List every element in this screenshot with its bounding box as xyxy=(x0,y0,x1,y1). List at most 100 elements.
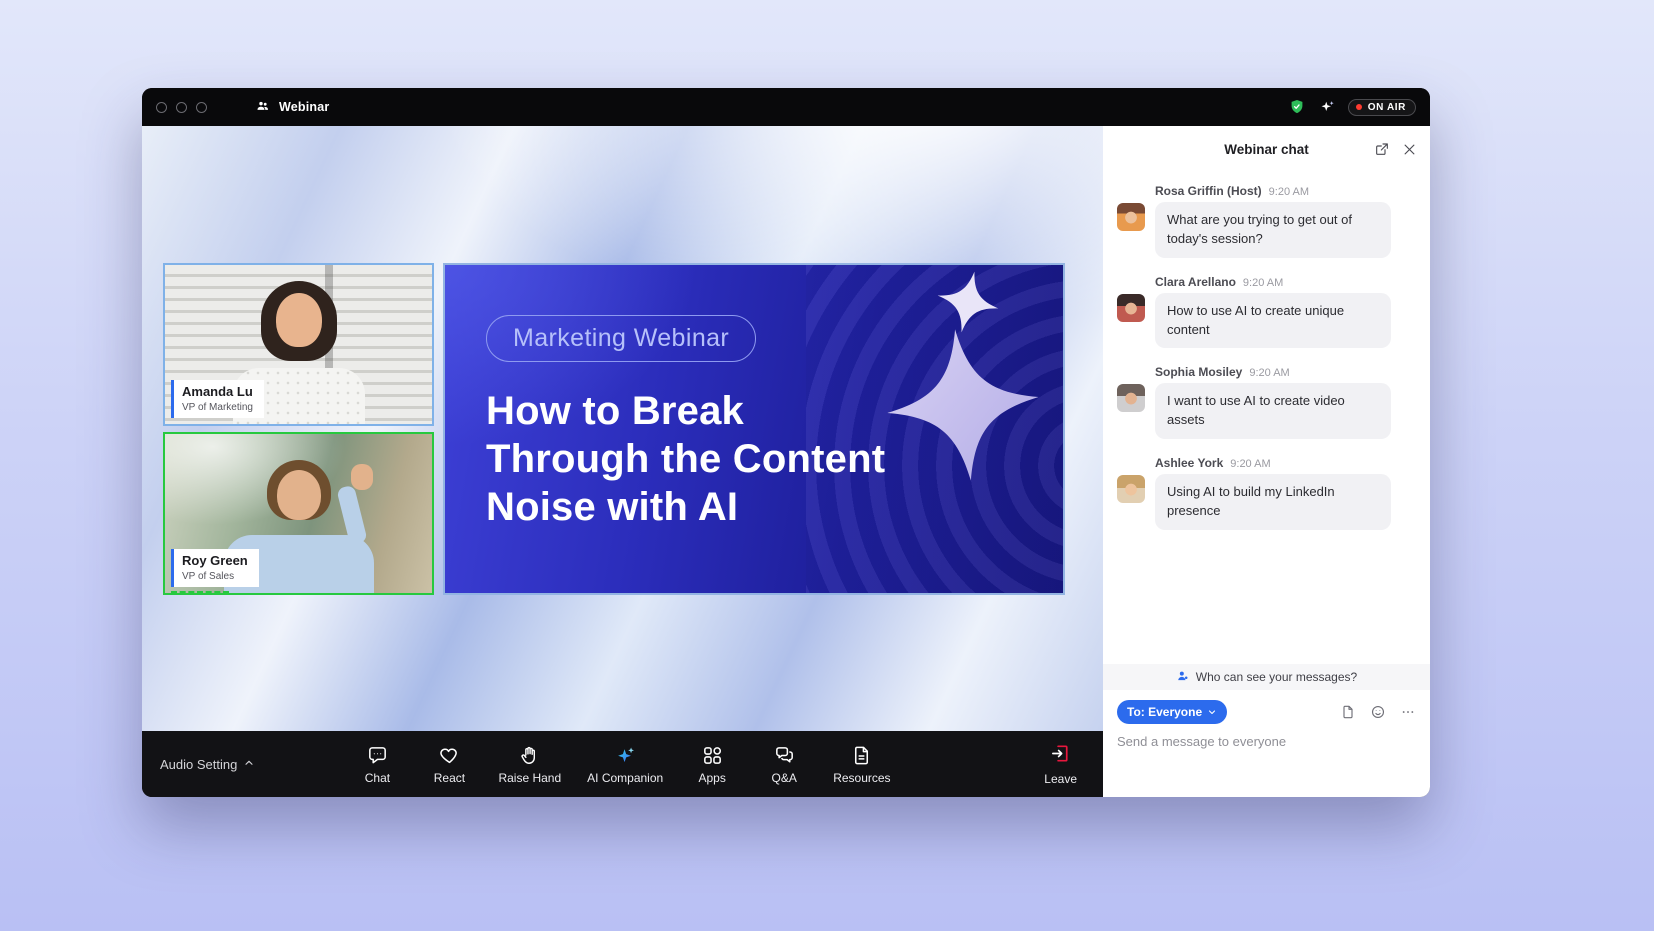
on-air-badge: ON AIR xyxy=(1348,99,1416,116)
apps-label: Apps xyxy=(699,771,726,785)
video-tile-amanda[interactable]: Amanda Lu VP of Marketing xyxy=(163,263,434,426)
message-author: Sophia Mosiley xyxy=(1155,365,1242,379)
window-content: Amanda Lu VP of Marketing Roy Green VP o… xyxy=(142,126,1430,797)
raise-hand-label: Raise Hand xyxy=(498,771,561,785)
speaker-videos: Amanda Lu VP of Marketing Roy Green VP o… xyxy=(163,263,434,595)
close-icon[interactable] xyxy=(1402,142,1417,157)
titlebar: Webinar ON AIR xyxy=(142,88,1430,126)
resources-icon xyxy=(850,744,873,767)
speaker-role: VP of Sales xyxy=(182,571,248,582)
security-shield-icon[interactable] xyxy=(1288,98,1306,116)
window-minimize-button[interactable] xyxy=(176,102,187,113)
slide-title-line: Noise with AI xyxy=(486,483,885,531)
chat-message: Clara Arellano 9:20 AM How to use AI to c… xyxy=(1117,275,1414,349)
message-bubble: I want to use AI to create video assets xyxy=(1155,383,1391,439)
pop-out-icon[interactable] xyxy=(1374,141,1390,157)
video-tile-roy[interactable]: Roy Green VP of Sales xyxy=(163,432,434,595)
ai-companion-icon xyxy=(614,744,637,767)
person-icon xyxy=(1176,669,1190,686)
raise-hand-button[interactable]: Raise Hand xyxy=(490,739,569,790)
meeting-toolbar: Audio Setting Chat xyxy=(142,731,1103,797)
chat-header: Webinar chat xyxy=(1103,126,1430,172)
to-everyone-label: To: Everyone xyxy=(1127,705,1202,719)
chevron-down-icon xyxy=(1207,707,1217,717)
message-author: Clara Arellano xyxy=(1155,275,1236,289)
on-air-dot-icon xyxy=(1356,104,1362,110)
message-time: 9:20 AM xyxy=(1243,277,1283,289)
speaker-name: Roy Green xyxy=(182,554,248,569)
audio-setting-button[interactable]: Audio Setting xyxy=(160,757,255,772)
speaker-name-tag: Roy Green VP of Sales xyxy=(171,549,259,587)
slide-badge: Marketing Webinar xyxy=(486,315,756,362)
webinar-window: Webinar ON AIR xyxy=(142,88,1430,797)
speaker-role: VP of Marketing xyxy=(182,402,253,413)
react-label: React xyxy=(434,771,465,785)
ai-sparkle-icon[interactable] xyxy=(1318,98,1336,116)
qa-icon xyxy=(773,744,796,767)
avatar xyxy=(1117,203,1145,231)
resources-button[interactable]: Resources xyxy=(825,739,898,790)
raise-hand-icon xyxy=(518,744,541,767)
slide-title-line: How to Break xyxy=(486,387,885,435)
chat-button[interactable]: Chat xyxy=(346,739,408,790)
chat-message: Ashlee York 9:20 AM Using AI to build my … xyxy=(1117,456,1414,530)
audio-setting-label: Audio Setting xyxy=(160,757,237,772)
more-options-icon[interactable] xyxy=(1400,704,1416,720)
chevron-up-icon xyxy=(243,757,255,772)
attach-file-icon[interactable] xyxy=(1340,704,1356,720)
message-time: 9:20 AM xyxy=(1269,186,1309,198)
emoji-icon[interactable] xyxy=(1370,704,1386,720)
apps-icon xyxy=(701,744,724,767)
who-can-see-bar: Who can see your messages? xyxy=(1103,664,1430,690)
message-bubble: How to use AI to create unique content xyxy=(1155,293,1391,349)
participants-icon xyxy=(255,98,271,117)
message-bubble: Using AI to build my LinkedIn presence xyxy=(1155,474,1391,530)
qa-label: Q&A xyxy=(772,771,797,785)
window-close-button[interactable] xyxy=(156,102,167,113)
message-author: Rosa Griffin (Host) xyxy=(1155,184,1262,198)
apps-button[interactable]: Apps xyxy=(681,739,743,790)
presentation-slide: Marketing Webinar How to Break Through t… xyxy=(443,263,1065,595)
avatar xyxy=(1117,475,1145,503)
slide-title-line: Through the Content xyxy=(486,435,885,483)
react-button[interactable]: React xyxy=(418,739,480,790)
avatar xyxy=(1117,294,1145,322)
ai-companion-button[interactable]: AI Companion xyxy=(579,739,671,790)
window-zoom-button[interactable] xyxy=(196,102,207,113)
qa-button[interactable]: Q&A xyxy=(753,739,815,790)
chat-message: Rosa Griffin (Host) 9:20 AM What are you … xyxy=(1117,184,1414,258)
chat-icon xyxy=(366,744,389,767)
chat-title: Webinar chat xyxy=(1224,142,1309,157)
toolbar-buttons: Chat React Raise Hand xyxy=(346,739,898,790)
leave-button[interactable]: Leave xyxy=(1044,742,1077,786)
resources-label: Resources xyxy=(833,771,890,785)
avatar xyxy=(1117,384,1145,412)
to-everyone-selector[interactable]: To: Everyone xyxy=(1117,700,1227,724)
chat-message: Sophia Mosiley 9:20 AM I want to use AI t… xyxy=(1117,365,1414,439)
speaker-name: Amanda Lu xyxy=(182,385,253,400)
message-author: Ashlee York xyxy=(1155,456,1223,470)
chat-label: Chat xyxy=(365,771,390,785)
window-title: Webinar xyxy=(279,100,330,114)
slide-title: How to Break Through the Content Noise w… xyxy=(486,387,885,531)
stage-view: Amanda Lu VP of Marketing Roy Green VP o… xyxy=(142,126,1103,731)
leave-icon xyxy=(1049,742,1072,768)
titlebar-right: ON AIR xyxy=(1288,98,1416,116)
heart-icon xyxy=(438,744,461,767)
on-air-label: ON AIR xyxy=(1368,102,1406,113)
leave-label: Leave xyxy=(1044,772,1077,786)
speaker-name-tag: Amanda Lu VP of Marketing xyxy=(171,380,264,418)
slide-star-decoration xyxy=(879,321,1046,488)
window-title-group: Webinar xyxy=(255,98,330,117)
stage: Amanda Lu VP of Marketing Roy Green VP o… xyxy=(142,126,1103,797)
chat-composer: To: Everyone xyxy=(1103,690,1430,797)
message-time: 9:20 AM xyxy=(1249,367,1289,379)
window-controls xyxy=(156,102,207,113)
chat-message-list: Rosa Griffin (Host) 9:20 AM What are you … xyxy=(1103,172,1430,664)
chat-message-input[interactable] xyxy=(1117,734,1416,749)
message-time: 9:20 AM xyxy=(1230,458,1270,470)
chat-panel: Webinar chat Rosa Griffin xyxy=(1103,126,1430,797)
message-bubble: What are you trying to get out of today'… xyxy=(1155,202,1391,258)
who-can-see-label: Who can see your messages? xyxy=(1196,670,1357,684)
desktop-background: Webinar ON AIR xyxy=(0,0,1654,931)
